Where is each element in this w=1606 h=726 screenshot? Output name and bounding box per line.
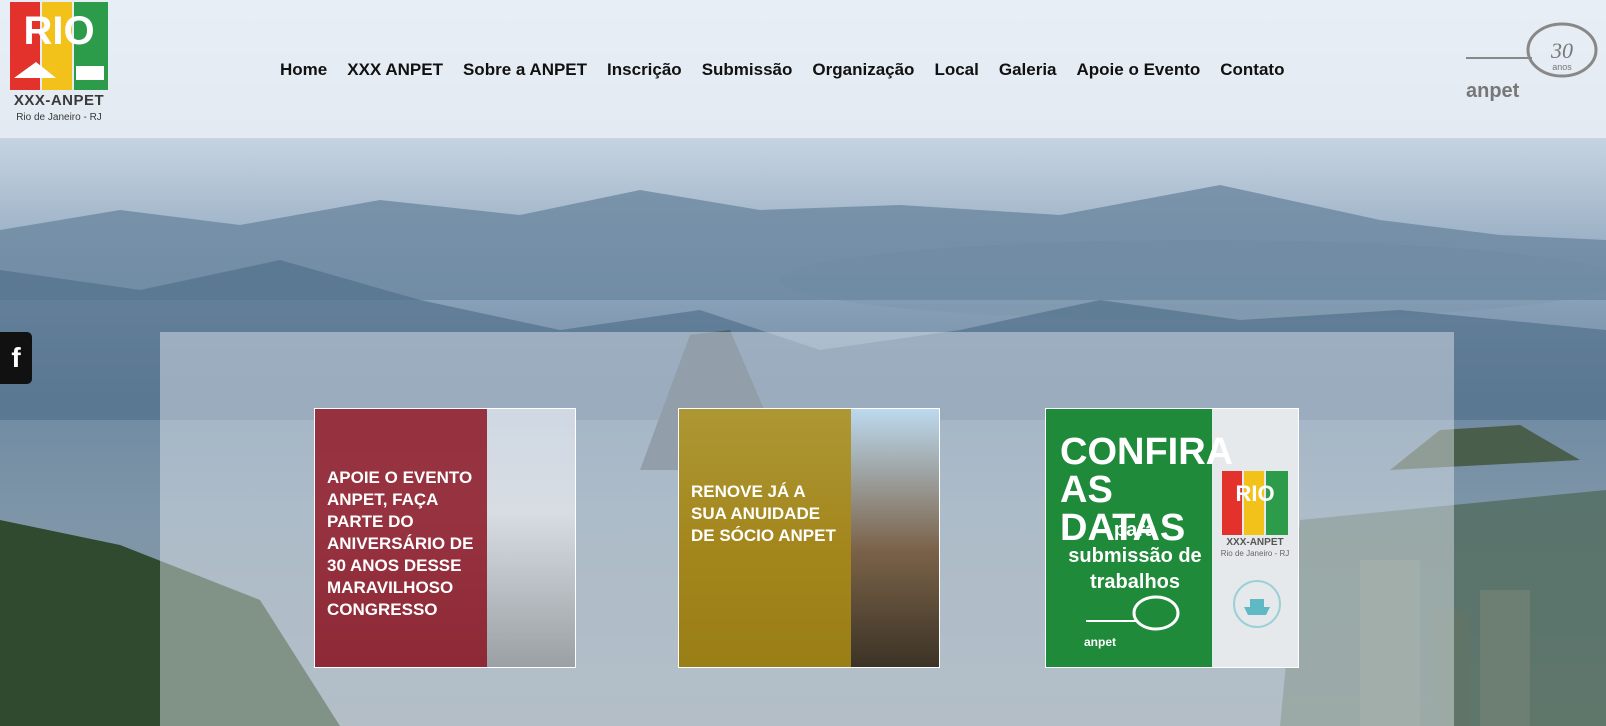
mini-logo-mark: RIO: [1235, 481, 1274, 506]
event-logo-title: XXX-ANPET: [13, 92, 105, 109]
nav-submissao[interactable]: Submissão: [692, 58, 803, 82]
nav-contato[interactable]: Contato: [1210, 58, 1294, 82]
anpet-badge-number: 30: [1550, 38, 1573, 63]
ship-icon: [1233, 580, 1281, 628]
nav-inscricao[interactable]: Inscrição: [597, 58, 692, 82]
nav-apoie-evento[interactable]: Apoie o Evento: [1067, 58, 1211, 82]
nav-organizacao[interactable]: Organização: [802, 58, 924, 82]
card-subline: para submissão de trabalhos: [1068, 519, 1202, 593]
card-mini-title: XXX-ANPET: [1226, 537, 1284, 548]
card-confira-datas[interactable]: CONFIRA AS DATAS para submissão de traba…: [1045, 408, 1299, 668]
facebook-icon[interactable]: f: [0, 332, 32, 384]
main-nav: Home XXX ANPET Sobre a ANPET Inscrição S…: [270, 58, 1294, 82]
nav-xxx-anpet[interactable]: XXX ANPET: [337, 58, 453, 82]
anpet-logo-text: anpet: [1466, 80, 1520, 102]
event-logo-subtitle: Rio de Janeiro - RJ: [16, 112, 102, 123]
anpet-swirl-icon: [1086, 595, 1180, 631]
anpet-badge-label: anos: [1552, 62, 1572, 72]
svg-text:RIO: RIO: [23, 9, 94, 53]
card-renove-anuidade[interactable]: Renove já a sua anuidade de sócio ANPET: [678, 408, 940, 668]
nav-galeria[interactable]: Galeria: [989, 58, 1067, 82]
card-mini-subtitle: Rio de Janeiro - RJ: [1220, 549, 1290, 558]
nav-sobre-anpet[interactable]: Sobre a ANPET: [453, 58, 597, 82]
nav-local[interactable]: Local: [924, 58, 988, 82]
card-apoie-evento[interactable]: Apoie o evento ANPET, faça parte do aniv…: [314, 408, 576, 668]
card-text: Renove já a sua anuidade de sócio ANPET: [691, 482, 836, 545]
card-brand: anpet: [1084, 635, 1117, 649]
mini-rio-logo-icon: RIO: [1222, 471, 1288, 535]
card-text: Apoie o evento ANPET, faça parte do aniv…: [327, 468, 474, 619]
nav-home[interactable]: Home: [270, 58, 337, 82]
